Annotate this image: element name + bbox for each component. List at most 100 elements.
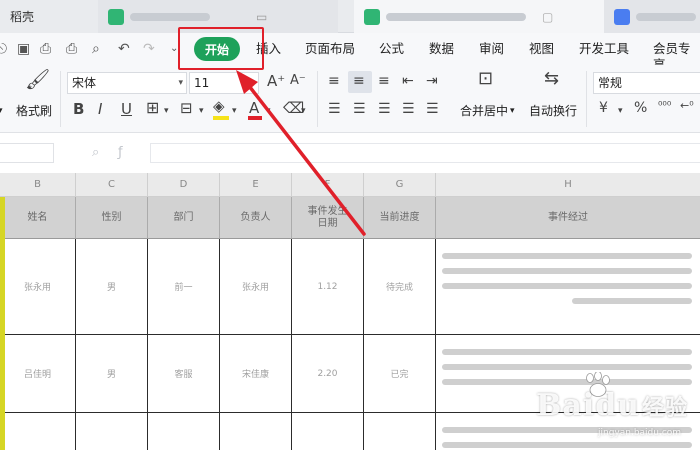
align-right-icon[interactable]: ☰ <box>378 101 391 117</box>
percent-button[interactable]: % <box>634 100 647 116</box>
table-cell[interactable]: 待完成 <box>364 239 436 335</box>
column-header-c[interactable]: C <box>76 173 148 197</box>
header-cell-name[interactable]: 姓名 <box>0 197 76 239</box>
bold-button[interactable]: B <box>73 101 84 117</box>
formula-input[interactable] <box>150 143 700 163</box>
align-bottom-icon[interactable]: ≡ <box>378 73 390 89</box>
print-preview-icon[interactable]: ⌕ <box>92 41 100 57</box>
font-color-icon[interactable]: A <box>249 100 259 116</box>
formula-bar: ⌕ ƒ <box>0 133 700 173</box>
format-painter-label[interactable]: 格式刷 <box>16 103 52 119</box>
merge-center-button[interactable]: 合并居中 <box>460 103 508 119</box>
decrease-font-icon[interactable]: A⁻ <box>290 73 306 89</box>
table-cell[interactable] <box>220 413 292 450</box>
table-cell[interactable]: 吕佳明 <box>0 335 76 413</box>
print-icon[interactable]: ⎙ <box>66 41 77 57</box>
chevron-down-icon[interactable]: ▾ <box>510 103 515 119</box>
align-left-icon[interactable]: ☰ <box>328 101 341 117</box>
fill-color-icon[interactable]: ◈ <box>213 98 225 114</box>
wrap-text-icon[interactable]: ⇆ <box>544 70 559 88</box>
cell-style-icon[interactable]: ⊟ <box>180 100 193 116</box>
distributed-icon[interactable]: ☰ <box>426 101 439 117</box>
italic-icon[interactable]: I <box>98 101 102 117</box>
font-color-swatch <box>248 116 262 120</box>
header-cell-dept[interactable]: 部门 <box>148 197 220 239</box>
header-cell-gender[interactable]: 性别 <box>76 197 148 239</box>
table-cell[interactable]: 男 <box>76 335 148 413</box>
menu-formulas[interactable]: 公式 <box>379 41 404 57</box>
document-file-icon <box>614 8 630 25</box>
chevron-down-icon[interactable]: ▾ <box>301 103 306 119</box>
chevron-down-icon[interactable]: ▾ <box>618 103 623 119</box>
table-cell[interactable]: 前一 <box>148 239 220 335</box>
increase-decimal-icon[interactable]: ←⁰ <box>680 98 694 114</box>
column-header-d[interactable]: D <box>148 173 220 197</box>
table-cell[interactable]: 2.20 <box>292 335 364 413</box>
menu-review[interactable]: 审阅 <box>479 41 504 57</box>
table-cell-long-text[interactable] <box>436 239 700 335</box>
underline-button[interactable]: U <box>121 101 132 117</box>
export-icon[interactable]: ⎙ <box>40 41 51 57</box>
table-cell[interactable] <box>0 413 76 450</box>
increase-indent-icon[interactable]: ⇥ <box>426 73 438 89</box>
header-cell-details[interactable]: 事件经过 <box>436 197 700 239</box>
table-cell[interactable]: 客服 <box>148 335 220 413</box>
table-cell[interactable] <box>292 413 364 450</box>
menu-developer[interactable]: 开发工具 <box>579 41 629 57</box>
decrease-indent-icon[interactable]: ⇤ <box>402 73 414 89</box>
monitor-icon: ▭ <box>256 9 268 24</box>
align-middle-icon[interactable]: ≡ <box>353 73 365 89</box>
borders-icon[interactable]: ⊞ <box>146 100 159 116</box>
table-cell[interactable] <box>76 413 148 450</box>
menu-page-layout[interactable]: 页面布局 <box>305 41 355 57</box>
menu-view[interactable]: 视图 <box>529 41 554 57</box>
table-cell[interactable]: 男 <box>76 239 148 335</box>
name-box[interactable] <box>0 143 54 163</box>
share-icon[interactable]: ⎋ <box>0 41 7 57</box>
table-cell[interactable]: 张永用 <box>220 239 292 335</box>
zoom-icon[interactable]: ⌕ <box>92 145 99 160</box>
column-header-e[interactable]: E <box>220 173 292 197</box>
chevron-down-icon[interactable]: ▾ <box>266 103 271 119</box>
format-painter-icon[interactable]: 🖌 <box>25 69 50 89</box>
currency-button[interactable]: ¥ <box>599 100 608 116</box>
fx-icon[interactable]: ƒ <box>118 145 123 160</box>
column-header-h[interactable]: H <box>436 173 700 197</box>
header-cell-progress[interactable]: 当前进度 <box>364 197 436 239</box>
text-line <box>442 253 692 259</box>
ribbon-separator <box>60 71 61 127</box>
redo-icon[interactable]: ↷ <box>143 41 155 57</box>
tab-close-icon[interactable]: ▢ <box>542 10 553 24</box>
paste-dropdown-icon[interactable]: ▾ <box>0 103 3 119</box>
increase-font-icon[interactable]: A⁺ <box>267 73 285 89</box>
table-cell[interactable] <box>364 413 436 450</box>
save-icon[interactable]: ▣ <box>17 41 30 57</box>
chevron-down-icon[interactable]: ▾ <box>232 103 237 119</box>
justify-icon[interactable]: ☰ <box>402 101 415 117</box>
thousands-separator-icon[interactable]: ⁰⁰⁰ <box>658 98 671 114</box>
header-cell-date[interactable]: 事件发生日期 <box>292 197 364 239</box>
table-cell[interactable]: 1.12 <box>292 239 364 335</box>
wrap-text-button[interactable]: 自动换行 <box>529 103 577 119</box>
table-cell[interactable] <box>148 413 220 450</box>
font-size-select[interactable]: 11 ▾ <box>189 72 259 94</box>
table-cell[interactable]: 宋佳康 <box>220 335 292 413</box>
column-header-f[interactable]: F <box>292 173 364 197</box>
table-cell[interactable]: 张永用 <box>0 239 76 335</box>
column-header-g[interactable]: G <box>364 173 436 197</box>
tab-active-file[interactable]: ▢ <box>354 0 604 33</box>
header-cell-owner[interactable]: 负责人 <box>220 197 292 239</box>
align-center-icon[interactable]: ☰ <box>353 101 366 117</box>
font-name-select[interactable]: 宋体 ▾ <box>67 72 187 94</box>
tab-file-4[interactable] <box>604 0 700 33</box>
align-top-icon[interactable]: ≡ <box>328 73 340 89</box>
tab-home[interactable]: 稻壳 <box>0 0 98 33</box>
column-header-b[interactable]: B <box>0 173 76 197</box>
table-cell[interactable]: 已完 <box>364 335 436 413</box>
menu-data[interactable]: 数据 <box>429 41 454 57</box>
number-format-select[interactable]: 常规 <box>593 72 700 94</box>
undo-icon[interactable]: ↶ <box>118 41 130 57</box>
merge-center-icon[interactable]: ⊡ <box>478 70 493 88</box>
chevron-down-icon[interactable]: ▾ <box>199 103 204 119</box>
chevron-down-icon[interactable]: ▾ <box>164 103 169 119</box>
